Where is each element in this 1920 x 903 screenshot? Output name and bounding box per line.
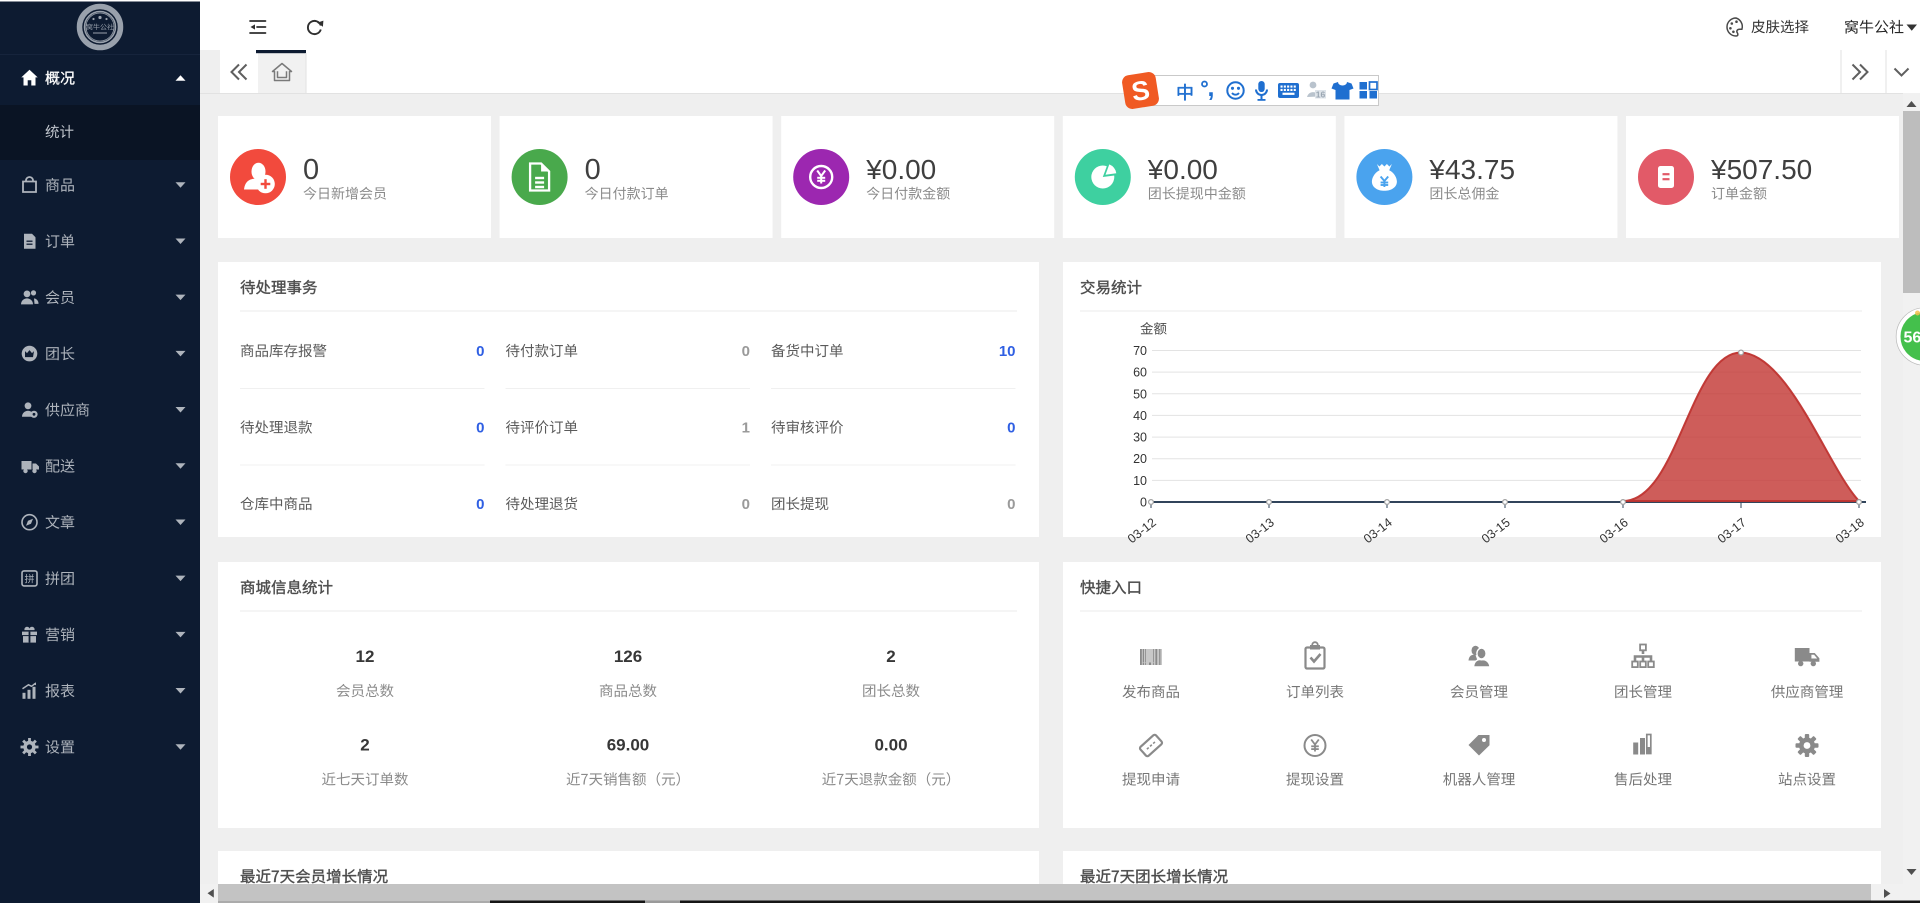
svg-text:60: 60 xyxy=(1133,366,1147,380)
svg-text:¥0.00: ¥0.00 xyxy=(1147,154,1218,185)
svg-text:¥0.00: ¥0.00 xyxy=(865,154,936,185)
svg-text:69.00: 69.00 xyxy=(607,736,650,755)
svg-text:0: 0 xyxy=(742,496,750,513)
svg-text:,: , xyxy=(1208,74,1215,102)
svg-text:0: 0 xyxy=(476,343,484,360)
svg-text:70: 70 xyxy=(1133,344,1147,358)
svg-text:0.00: 0.00 xyxy=(874,736,907,755)
svg-text:1: 1 xyxy=(742,420,750,437)
svg-text:20: 20 xyxy=(1133,452,1147,466)
svg-text:126: 126 xyxy=(614,647,642,666)
svg-text:10: 10 xyxy=(1133,474,1147,488)
svg-text:0: 0 xyxy=(742,343,750,360)
svg-text:30: 30 xyxy=(1133,431,1147,445)
svg-text:2: 2 xyxy=(360,736,369,755)
svg-text:56: 56 xyxy=(1904,330,1920,347)
svg-text:0: 0 xyxy=(303,154,319,186)
svg-text:10: 10 xyxy=(999,343,1016,360)
svg-text:40: 40 xyxy=(1133,409,1147,423)
svg-text:12: 12 xyxy=(356,647,375,666)
svg-text:0: 0 xyxy=(1007,420,1015,437)
svg-text:0: 0 xyxy=(1140,496,1147,510)
svg-text:¥507.50: ¥507.50 xyxy=(1710,154,1812,185)
svg-text:16: 16 xyxy=(1316,89,1326,99)
svg-text:0: 0 xyxy=(585,154,601,186)
svg-text:2: 2 xyxy=(886,647,895,666)
svg-text:50: 50 xyxy=(1133,387,1147,401)
svg-text:0: 0 xyxy=(1007,496,1015,513)
svg-text:0: 0 xyxy=(476,496,484,513)
svg-text:0: 0 xyxy=(476,420,484,437)
svg-text:¥43.75: ¥43.75 xyxy=(1428,154,1515,185)
